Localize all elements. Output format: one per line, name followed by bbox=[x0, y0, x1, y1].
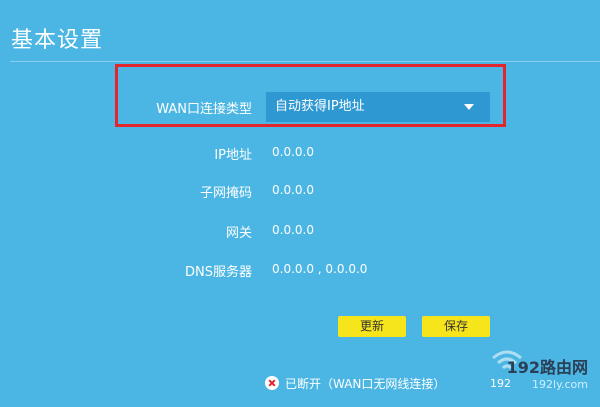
dns-label: DNS服务器 bbox=[185, 265, 252, 280]
watermark-title: 192路由网 bbox=[506, 358, 588, 377]
wan-type-selected: 自动获得IP地址 bbox=[275, 99, 365, 114]
refresh-button[interactable]: 更新 bbox=[338, 316, 406, 337]
subnet-value: 0.0.0.0 bbox=[272, 183, 314, 197]
subnet-label: 子网掩码 bbox=[199, 186, 252, 201]
gateway-value: 0.0.0.0 bbox=[272, 223, 314, 237]
status-bar: 已断开（WAN口无网线连接） bbox=[265, 374, 445, 392]
dns-value: 0.0.0.0 , 0.0.0.0 bbox=[272, 262, 368, 276]
status-text: 已断开（WAN口无网线连接） bbox=[285, 376, 446, 391]
wan-type-select[interactable]: 自动获得IP地址 bbox=[266, 92, 490, 122]
title-divider bbox=[10, 61, 600, 62]
chevron-down-icon bbox=[464, 104, 474, 110]
wan-type-label: WAN口连接类型 bbox=[156, 102, 252, 117]
save-button[interactable]: 保存 bbox=[422, 316, 490, 337]
watermark: 192路由网 192ly.com bbox=[482, 354, 592, 404]
watermark-url: 192ly.com bbox=[532, 378, 588, 391]
ip-label: IP地址 bbox=[214, 148, 252, 163]
ip-value: 0.0.0.0 bbox=[272, 145, 314, 159]
page-title: 基本设置 bbox=[11, 28, 104, 53]
error-icon bbox=[265, 376, 279, 390]
gateway-label: 网关 bbox=[225, 226, 252, 241]
